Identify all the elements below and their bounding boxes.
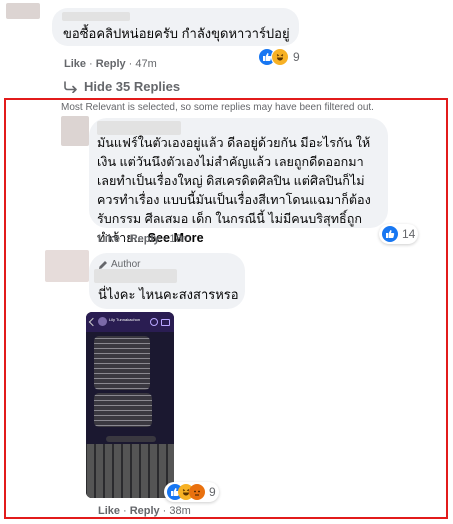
reply-text-body: มันแฟร์ในตัวเองอยู่แล้ว ดีลอยู่ด้วยกัน ม… — [97, 136, 371, 245]
reaction-summary[interactable]: 14 — [379, 224, 419, 244]
author-reply-text: นี่ไงคะ ไหนคะสงสารหรอ — [98, 287, 239, 302]
timestamp[interactable]: 38m — [169, 505, 190, 517]
commenter-name-redacted[interactable] — [62, 12, 130, 21]
reply-arrow-icon — [64, 80, 77, 93]
author-reply-bubble: Author นี่ไงคะ ไหนคะสงสารหรอ — [89, 253, 245, 309]
back-arrow-icon — [88, 317, 98, 327]
comment-text: ขอซื้อคลิปหน่อยครับ กำลังขุดหาวาร์ปอยู่ — [63, 26, 290, 41]
chat-messages — [86, 332, 174, 434]
comment-actions: Like · Reply · 47m — [64, 58, 157, 70]
like-link[interactable]: Like — [98, 505, 120, 517]
reaction-count: 9 — [293, 50, 300, 64]
attached-screenshot[interactable]: Lily Tunnakachon — [86, 312, 174, 498]
like-link[interactable]: Like — [98, 233, 120, 245]
call-icon — [150, 318, 158, 326]
replier-avatar[interactable] — [61, 116, 89, 146]
reply-text: มันแฟร์ในตัวเองอยู่แล้ว ดีลอยู่ด้วยกัน ม… — [97, 134, 380, 248]
pencil-icon — [99, 260, 107, 269]
chat-contact-name: Lily Tunnakachon — [109, 317, 141, 322]
replier-name-redacted[interactable] — [97, 121, 181, 135]
like-link[interactable]: Like — [64, 58, 86, 70]
commenter-avatar[interactable] — [6, 3, 40, 19]
hide-replies-label: Hide 35 Replies — [84, 79, 181, 94]
like-reaction-icon — [382, 226, 398, 242]
haha-reaction-icon — [271, 48, 289, 66]
reply-link[interactable]: Reply — [96, 58, 126, 70]
angry-reaction-icon — [189, 484, 205, 500]
reply-link[interactable]: Reply — [130, 233, 160, 245]
reply-link[interactable]: Reply — [130, 505, 160, 517]
chat-header: Lily Tunnakachon — [86, 312, 174, 332]
reply-bubble: มันแฟร์ในตัวเองอยู่แล้ว ดีลอยู่ด้วยกัน ม… — [89, 118, 388, 245]
chat-input-bar — [86, 434, 174, 444]
reaction-count: 9 — [209, 485, 216, 499]
timestamp[interactable]: 47m — [135, 58, 156, 70]
chat-contact-avatar — [98, 317, 107, 326]
reaction-summary[interactable]: 9 — [164, 482, 219, 502]
hide-replies-toggle[interactable]: Hide 35 Replies — [64, 79, 180, 94]
reaction-count: 14 — [402, 227, 416, 241]
reaction-summary[interactable]: 9 — [258, 48, 300, 66]
author-name-redacted[interactable] — [94, 269, 177, 283]
comment-bubble: ขอซื้อคลิปหน่อยครับ กำลังขุดหาวาร์ปอยู่ — [52, 8, 299, 46]
reply-actions: Like · Reply · 18m — [98, 233, 191, 245]
author-avatar[interactable] — [45, 250, 89, 282]
timestamp[interactable]: 18m — [169, 233, 190, 245]
keyboard — [86, 444, 174, 498]
video-call-icon — [161, 319, 170, 326]
message-bubble — [94, 336, 150, 390]
author-reply-actions: Like · Reply · 38m — [98, 505, 191, 517]
message-bubble — [94, 393, 152, 427]
